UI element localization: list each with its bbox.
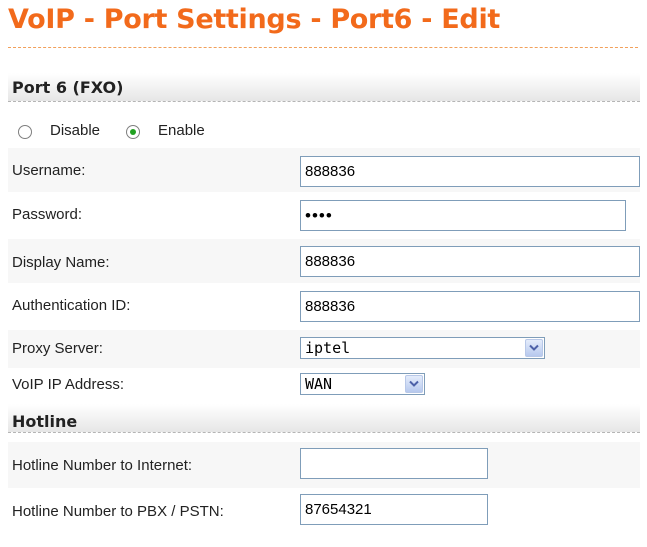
enable-radio-label[interactable]: Enable — [158, 122, 205, 139]
authentication-id-label: Authentication ID: — [12, 297, 131, 314]
authentication-id-field[interactable]: 888836 — [300, 291, 640, 322]
enable-radio-selected-dot — [130, 129, 136, 135]
hotline-internet-field[interactable] — [300, 448, 488, 479]
disable-radio[interactable] — [18, 125, 32, 139]
disable-radio-label[interactable]: Disable — [50, 122, 100, 139]
chevron-down-icon[interactable] — [405, 375, 423, 393]
hotline-section-header — [8, 404, 640, 433]
proxy-server-select[interactable]: iptel — [300, 337, 545, 359]
hotline-pbx-pstn-label: Hotline Number to PBX / PSTN: — [12, 503, 224, 520]
voip-ip-address-value: WAN — [305, 375, 333, 393]
password-label: Password: — [12, 206, 83, 223]
display-name-label: Display Name: — [12, 254, 110, 271]
voip-ip-address-label: VoIP IP Address: — [12, 376, 125, 393]
hotline-pbx-pstn-field[interactable]: 87654321 — [300, 494, 488, 525]
hotline-section-title: Hotline — [12, 412, 78, 431]
hotline-internet-label: Hotline Number to Internet: — [12, 457, 193, 474]
proxy-server-label: Proxy Server: — [12, 340, 103, 357]
port-section-title: Port 6 (FXO) — [12, 78, 124, 97]
page-title: VoIP - Port Settings - Port6 - Edit — [8, 4, 501, 35]
username-field[interactable]: 888836 — [300, 156, 640, 187]
password-field[interactable]: •••• — [300, 200, 626, 231]
voip-ip-address-select[interactable]: WAN — [300, 373, 425, 395]
enable-radio[interactable] — [126, 125, 140, 139]
username-label: Username: — [12, 162, 86, 179]
display-name-field[interactable]: 888836 — [300, 246, 640, 277]
proxy-server-value: iptel — [305, 339, 351, 357]
title-divider — [8, 47, 638, 48]
chevron-down-icon[interactable] — [525, 339, 543, 357]
